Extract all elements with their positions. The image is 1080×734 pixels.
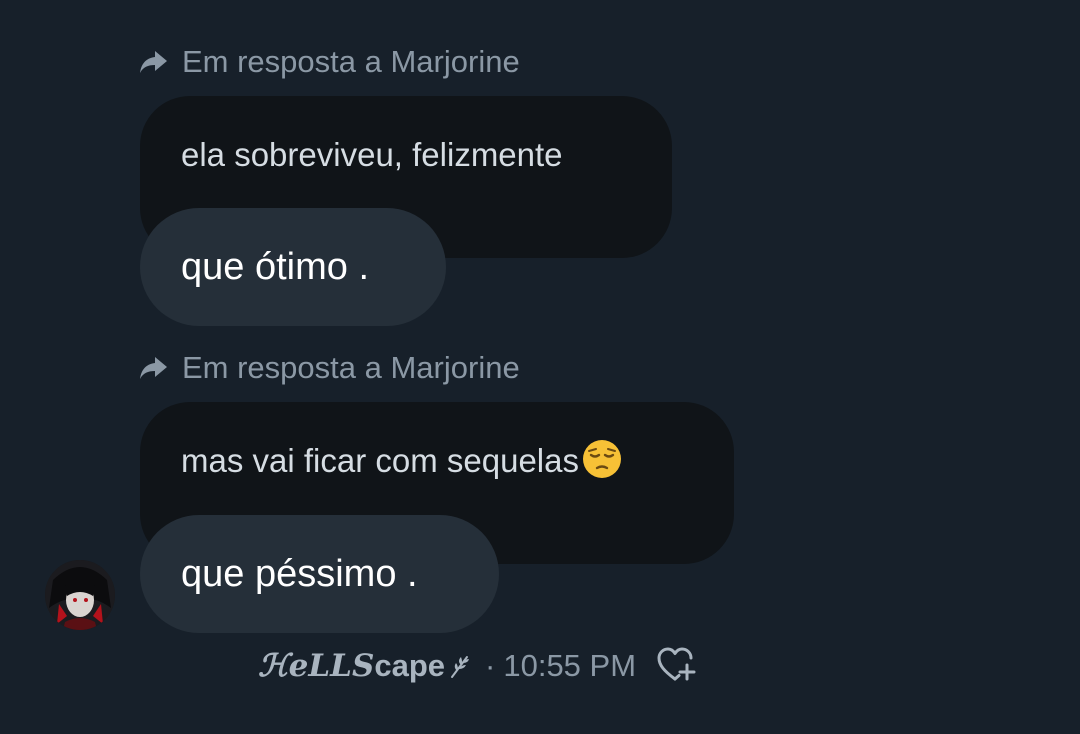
reply-message-text: que péssimo . — [181, 552, 418, 595]
message-meta: ℋeLLScape · 10:55 PM — [258, 643, 636, 689]
meta-separator: · — [485, 648, 496, 683]
quoted-message-text: mas vai ficar com sequelas — [181, 440, 734, 484]
reply-message-text: que ótimo . — [181, 245, 369, 288]
heart-plus-icon[interactable] — [656, 646, 696, 684]
message-timestamp: 10:55 PM — [503, 648, 637, 683]
reply-message-bubble[interactable]: que ótimo . — [140, 208, 446, 326]
avatar-image — [45, 560, 115, 630]
reply-context-label: Em resposta a Marjorine — [182, 350, 520, 385]
reply-context-header: Em resposta a Marjorine — [138, 42, 520, 82]
sender-name-part2: cape — [374, 648, 446, 683]
pensive-face-emoji-icon — [582, 440, 621, 479]
sender-name[interactable]: ℋeLLScape — [258, 648, 445, 684]
dm-conversation: Em resposta a Marjorine ela sobreviveu, … — [0, 0, 1080, 734]
quoted-message-text-content: mas vai ficar com sequelas — [181, 442, 579, 479]
sender-avatar[interactable] — [45, 560, 115, 630]
reply-arrow-icon — [140, 51, 167, 73]
reply-message-bubble[interactable]: que péssimo . — [140, 515, 499, 633]
quoted-message-text: ela sobreviveu, felizmente — [181, 136, 563, 173]
reply-context-header: Em resposta a Marjorine — [138, 348, 520, 388]
reply-arrow-icon — [140, 357, 167, 379]
leaf-icon — [451, 656, 470, 678]
reply-context-label: Em resposta a Marjorine — [182, 44, 520, 79]
sender-name-part1: ℋeLLS — [258, 648, 375, 684]
